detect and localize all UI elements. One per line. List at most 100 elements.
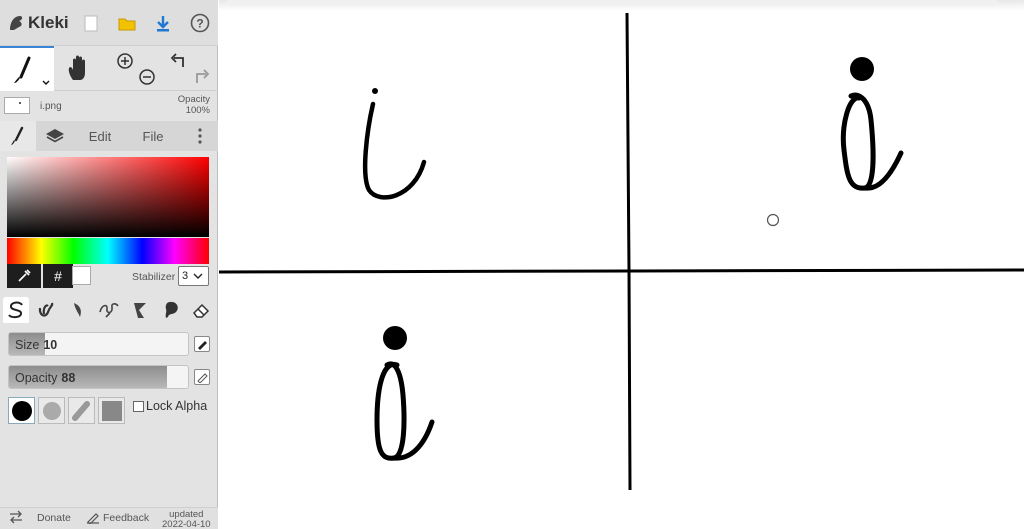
zoom-out-button[interactable] — [136, 66, 158, 88]
redo-button[interactable] — [190, 66, 212, 88]
stabilizer-select[interactable]: 3 — [178, 266, 209, 286]
smudge-brush-button[interactable] — [158, 297, 184, 323]
pen-pressure-icon — [198, 341, 207, 350]
round-hard-icon — [11, 400, 32, 421]
stabilizer-label: Stabilizer — [132, 271, 176, 283]
size-pressure-toggle[interactable] — [194, 336, 210, 352]
square-shape-button[interactable] — [98, 397, 125, 424]
updated-date: 2022-04-10 — [162, 519, 211, 529]
hand-icon — [68, 55, 85, 80]
round-soft-icon — [42, 401, 61, 420]
swap-icon — [10, 510, 22, 524]
opacity-pressure-toggle[interactable] — [194, 369, 210, 385]
swap-side-button[interactable] — [8, 510, 24, 527]
size-label: Size — [15, 338, 40, 352]
sidebar-tabs: Edit File — [0, 121, 218, 151]
pixel-brush-icon — [99, 303, 119, 318]
footer-bar: Donate Feedback updated 2022-04-10 — [0, 507, 218, 529]
stabilizer-value: 3 — [182, 270, 189, 282]
blend-brush-button[interactable] — [33, 297, 59, 323]
undo-icon — [170, 53, 184, 67]
feedback-icon — [86, 510, 100, 527]
lock-alpha-toggle[interactable]: Lock Alpha — [133, 399, 207, 413]
color-row: # Stabilizer 3 — [7, 264, 209, 289]
letter-i-bottom-left — [374, 326, 435, 461]
layer-opacity-label: Opacity — [177, 94, 210, 105]
tab-brush[interactable] — [0, 121, 36, 151]
app-name: Kleki — [28, 13, 69, 32]
more-menu-button[interactable] — [186, 121, 214, 151]
chisel-shape-button[interactable] — [68, 397, 95, 424]
blend-brush-icon — [38, 302, 54, 317]
new-image-button[interactable] — [80, 12, 102, 34]
lock-alpha-label: Lock Alpha — [146, 399, 208, 413]
save-folder-icon — [118, 18, 136, 30]
pixel-brush-button[interactable] — [96, 297, 122, 323]
tool-row — [0, 46, 218, 91]
canvas-drawing — [219, 12, 1024, 491]
eyedropper-icon — [18, 269, 31, 282]
size-value: 10 — [43, 338, 58, 352]
pen-brush-icon — [8, 301, 23, 319]
download-icon — [157, 15, 169, 31]
chisel-icon — [71, 400, 90, 421]
layer-thumbnail[interactable] — [4, 97, 30, 114]
sketchy-brush-icon — [74, 303, 81, 317]
pen-pressure-icon — [197, 373, 208, 383]
color-picker-field[interactable] — [7, 157, 209, 237]
tab-layers[interactable] — [36, 121, 74, 151]
lock-alpha-checkbox[interactable] — [133, 400, 144, 412]
feedback-link[interactable]: Feedback — [103, 512, 149, 524]
round-hard-shape-button[interactable] — [8, 397, 35, 424]
brush-cursor — [766, 213, 780, 227]
tab-edit[interactable]: Edit — [78, 121, 122, 151]
brush-icon — [14, 56, 50, 85]
zoom-in-icon — [117, 53, 133, 69]
hex-input-button[interactable]: # — [43, 264, 73, 288]
size-slider[interactable]: Size 10 — [8, 332, 189, 356]
brush-tool-button[interactable] — [0, 46, 54, 91]
eraser-button[interactable] — [188, 297, 214, 323]
opacity-slider[interactable]: Opacity 88 — [8, 365, 189, 389]
brush-type-row — [0, 295, 218, 325]
grid-lines — [219, 12, 1024, 491]
tab-file[interactable]: File — [130, 121, 176, 151]
layers-icon — [46, 129, 64, 143]
brush-tab-icon — [11, 126, 24, 145]
svg-text:?: ? — [196, 17, 203, 31]
layer-opacity-value: 100% — [185, 105, 210, 116]
kleki-logo-icon — [10, 16, 23, 30]
letter-i-top-right — [840, 57, 904, 191]
chevron-down-icon — [193, 273, 203, 279]
eyedropper-button[interactable] — [7, 264, 41, 288]
help-icon: ? — [190, 13, 210, 33]
zoom-in-button[interactable] — [114, 50, 136, 72]
sketchy-brush-button[interactable] — [66, 297, 92, 323]
square-icon — [101, 400, 122, 421]
letter-i-top-left — [362, 88, 427, 200]
top-bar: Kleki ? — [0, 0, 218, 46]
zoom-out-icon — [139, 69, 155, 85]
help-button[interactable]: ? — [189, 12, 211, 34]
chemy-brush-icon — [134, 303, 146, 318]
layer-row: i.png Opacity 100% — [0, 91, 218, 121]
new-image-icon — [84, 15, 98, 31]
opacity-slider-text: Opacity 88 — [15, 371, 75, 385]
current-color-swatch[interactable] — [72, 266, 91, 285]
donate-link[interactable]: Donate — [37, 512, 71, 524]
smudge-brush-icon — [165, 301, 178, 318]
download-button[interactable] — [152, 12, 174, 34]
undo-button[interactable] — [168, 50, 190, 72]
hand-tool-button[interactable] — [62, 52, 98, 86]
hue-slider[interactable] — [7, 238, 209, 264]
more-vertical-icon — [198, 128, 202, 144]
layer-filename: i.png — [40, 101, 62, 112]
size-slider-text: Size 10 — [15, 338, 57, 352]
eraser-brush-button[interactable] — [127, 297, 153, 323]
save-button[interactable] — [116, 12, 138, 34]
opacity-label: Opacity — [15, 371, 58, 385]
round-soft-shape-button[interactable] — [38, 397, 65, 424]
drawing-canvas[interactable] — [219, 0, 1024, 529]
logo[interactable]: Kleki — [8, 11, 69, 35]
pen-brush-button[interactable] — [3, 297, 29, 323]
